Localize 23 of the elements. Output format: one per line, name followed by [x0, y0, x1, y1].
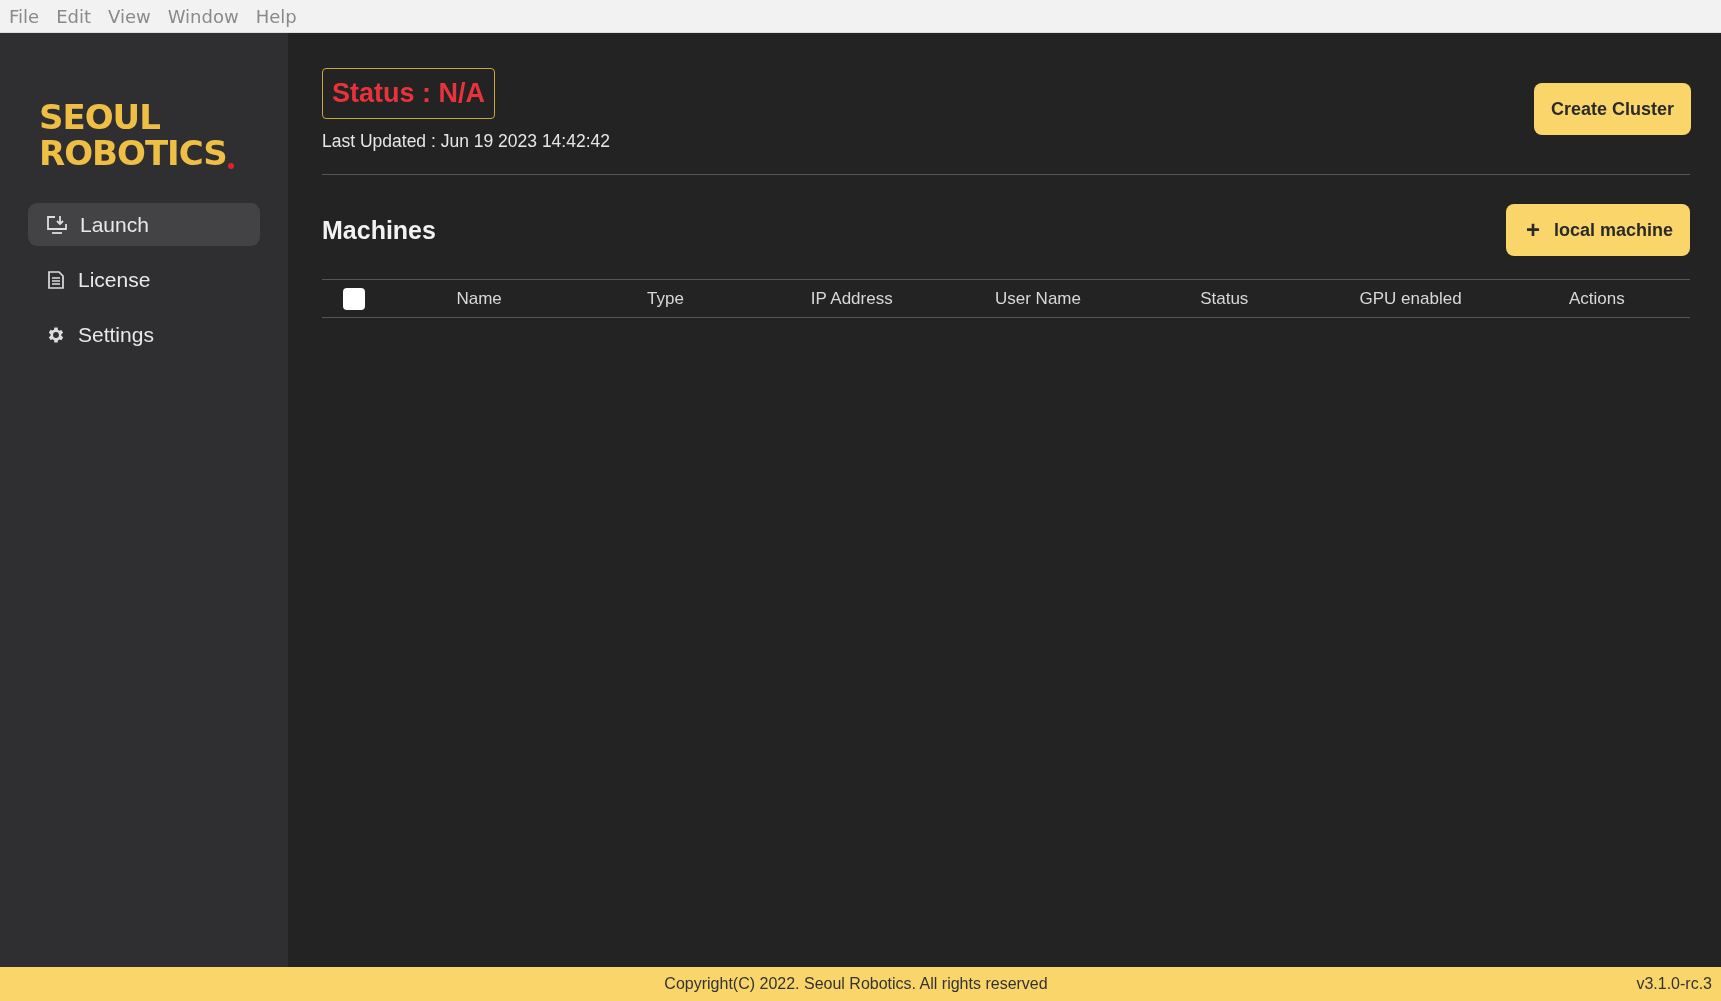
select-all-checkbox[interactable] — [343, 287, 365, 310]
logo-text: SEOUL — [39, 99, 161, 135]
column-header: IP Address — [810, 288, 893, 308]
sidebar-item[interactable]: License — [28, 258, 260, 301]
dot-icon — [227, 163, 234, 169]
column-header: Name — [456, 288, 502, 308]
column-header: User Name — [995, 288, 1081, 308]
download-monitor-icon — [46, 214, 68, 235]
sidebar-item[interactable]: Settings — [28, 313, 260, 356]
version-text: v3.1.0-rc.3 — [1635, 975, 1712, 993]
status-badge: Status : N/A — [322, 68, 495, 119]
logo-text: ROBOTICS — [39, 135, 227, 171]
last-updated-text: Last Updated : Jun 19 2023 14:42:42 — [322, 131, 610, 152]
document-icon — [46, 269, 66, 290]
add-local-machine-button[interactable]: + local machine — [1505, 204, 1690, 256]
section-title: Machines — [322, 215, 436, 245]
column-header: Actions — [1568, 288, 1625, 308]
copyright-text: Copyright(C) 2022. Seoul Robotics. All rights reserved — [664, 975, 1048, 993]
create-cluster-button[interactable]: Create Cluster — [1533, 83, 1691, 135]
column-header: Status — [1200, 288, 1249, 308]
column-header: Type — [647, 288, 684, 308]
column-header: GPU enabled — [1359, 288, 1462, 308]
sidebar-item[interactable]: Launch — [28, 203, 260, 246]
